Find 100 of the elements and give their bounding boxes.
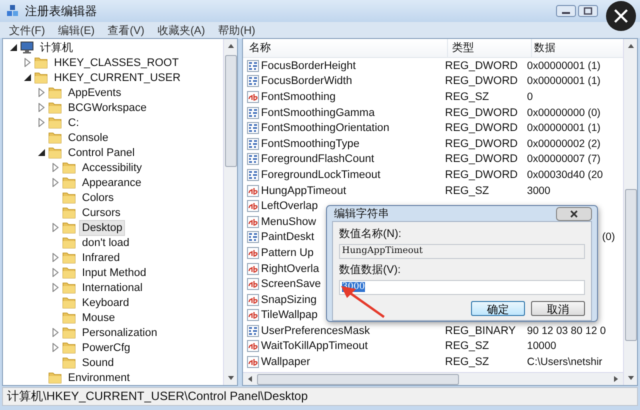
expand-icon[interactable] [51,253,60,262]
binary-value-icon [247,168,259,181]
folder-icon [48,146,62,159]
expand-icon[interactable] [51,178,60,187]
value-name: WaitToKillAppTimeout [261,340,368,352]
tree-item[interactable]: Desktop [79,220,126,236]
tree-item[interactable]: International [79,280,146,296]
menu-item[interactable]: 查看(V) [108,22,144,38]
column-header[interactable]: 名称 [243,39,448,57]
folder-icon [62,191,76,204]
collapse-icon[interactable] [9,43,18,52]
value-name: SnapSizing [261,294,317,306]
folder-icon [48,371,62,384]
column-header[interactable]: 数据 [532,39,623,57]
tree-item[interactable]: PowerCfg [79,340,134,356]
value-name: PaintDeskt [261,231,314,244]
expand-icon[interactable] [51,283,60,292]
tree-item[interactable]: Appearance [79,174,144,190]
folder-icon [62,281,76,294]
expand-icon[interactable] [37,118,46,127]
expand-icon[interactable] [51,268,60,277]
expand-icon[interactable] [51,328,60,337]
tree-item[interactable]: Input Method [79,264,150,280]
folder-icon [48,86,62,99]
tree-item[interactable]: Keyboard [79,294,132,310]
collapse-icon[interactable] [23,73,32,82]
value-name: TileWallpap [261,309,318,322]
close-icon[interactable] [606,1,636,31]
tree-item[interactable]: Mouse [79,310,118,326]
scroll-up-icon[interactable] [626,43,634,49]
scroll-right-icon[interactable] [613,375,619,383]
string-value-icon [247,200,259,212]
tree-item[interactable]: HKEY_CLASSES_ROOT [51,54,182,70]
binary-value-icon [247,106,259,119]
name-field[interactable]: HungAppTimeout [339,244,585,259]
tree-item[interactable]: Console [65,130,112,146]
expand-icon[interactable] [51,223,60,232]
value-type: REG_SZ [445,356,490,368]
string-value-icon [247,184,259,197]
window-title: 注册表编辑器 [25,2,97,20]
value-type: REG_SZ [445,90,490,103]
maximize-icon[interactable] [578,5,598,17]
folder-icon [62,356,76,369]
value-data: 0x00000000 (0) [527,106,601,119]
value-name: HungAppTimeout [261,184,346,197]
string-value-icon [247,216,259,228]
scroll-down-icon[interactable] [626,375,634,381]
value-data: 10000 [527,340,556,352]
folder-icon [62,266,76,279]
tree-item[interactable]: Infrared [79,250,123,266]
value-type: REG_DWORD [445,106,518,119]
tree-item[interactable]: Environment [65,370,133,385]
scroll-down-icon[interactable] [226,375,234,381]
tree-item[interactable]: C: [65,114,82,130]
value-data: 0 [527,90,533,103]
value-type: REG_BINARY [445,324,516,337]
scroll-left-icon[interactable] [247,375,253,383]
scrollbar[interactable] [223,39,237,385]
binary-value-icon [247,75,259,88]
close-icon[interactable] [556,206,592,220]
menu-item[interactable]: 编辑(E) [58,22,95,38]
string-value-icon [247,294,259,306]
value-name: ForegroundLockTimeout [261,168,380,181]
menu-item[interactable]: 文件(F) [9,22,46,38]
tree-item[interactable]: Control Panel [65,144,138,160]
value-data: 0x00000001 (1) [527,60,601,72]
binary-value-icon [247,231,259,244]
tree-item[interactable]: 计算机 [37,40,76,56]
column-header[interactable]: 类型 [448,39,532,57]
value-data: 0x00030d40 (20 [527,168,603,181]
value-name: ScreenSave [261,278,321,290]
expand-icon[interactable] [37,103,46,112]
dialog-button[interactable]: 取消 [531,301,585,316]
tree-item[interactable]: Accessibility [79,160,145,176]
tree-item[interactable]: Sound [79,354,117,370]
collapse-icon[interactable] [37,148,46,157]
menu-item[interactable]: 收藏夹(A) [157,22,206,38]
registry-icon [6,4,20,18]
folder-icon [62,251,76,264]
expand-icon[interactable] [23,58,32,67]
tree-item[interactable]: AppEvents [65,84,124,100]
tree-item[interactable]: BCGWorkspace [65,100,150,116]
scrollbar[interactable] [623,39,637,385]
value-data: 0x00000007 (7) [527,153,601,166]
value-data: (0) [602,231,615,244]
tree-item[interactable]: Colors [79,190,117,206]
expand-icon[interactable] [51,343,60,352]
value-name: FontSmoothingType [261,138,360,150]
scroll-up-icon[interactable] [226,43,234,49]
folder-icon [62,236,76,249]
menu-item[interactable]: 帮助(H) [218,22,256,38]
expand-icon[interactable] [37,88,46,97]
tree-item[interactable]: Personalization [79,324,160,340]
minimize-icon[interactable] [556,5,576,17]
tree-item[interactable]: Cursors [79,204,124,220]
tree-item[interactable]: don't load [79,234,132,250]
tree-item[interactable]: HKEY_CURRENT_USER [51,70,184,86]
dialog-button[interactable]: 确定 [471,301,525,316]
scrollbar[interactable] [243,372,623,385]
expand-icon[interactable] [51,163,60,172]
